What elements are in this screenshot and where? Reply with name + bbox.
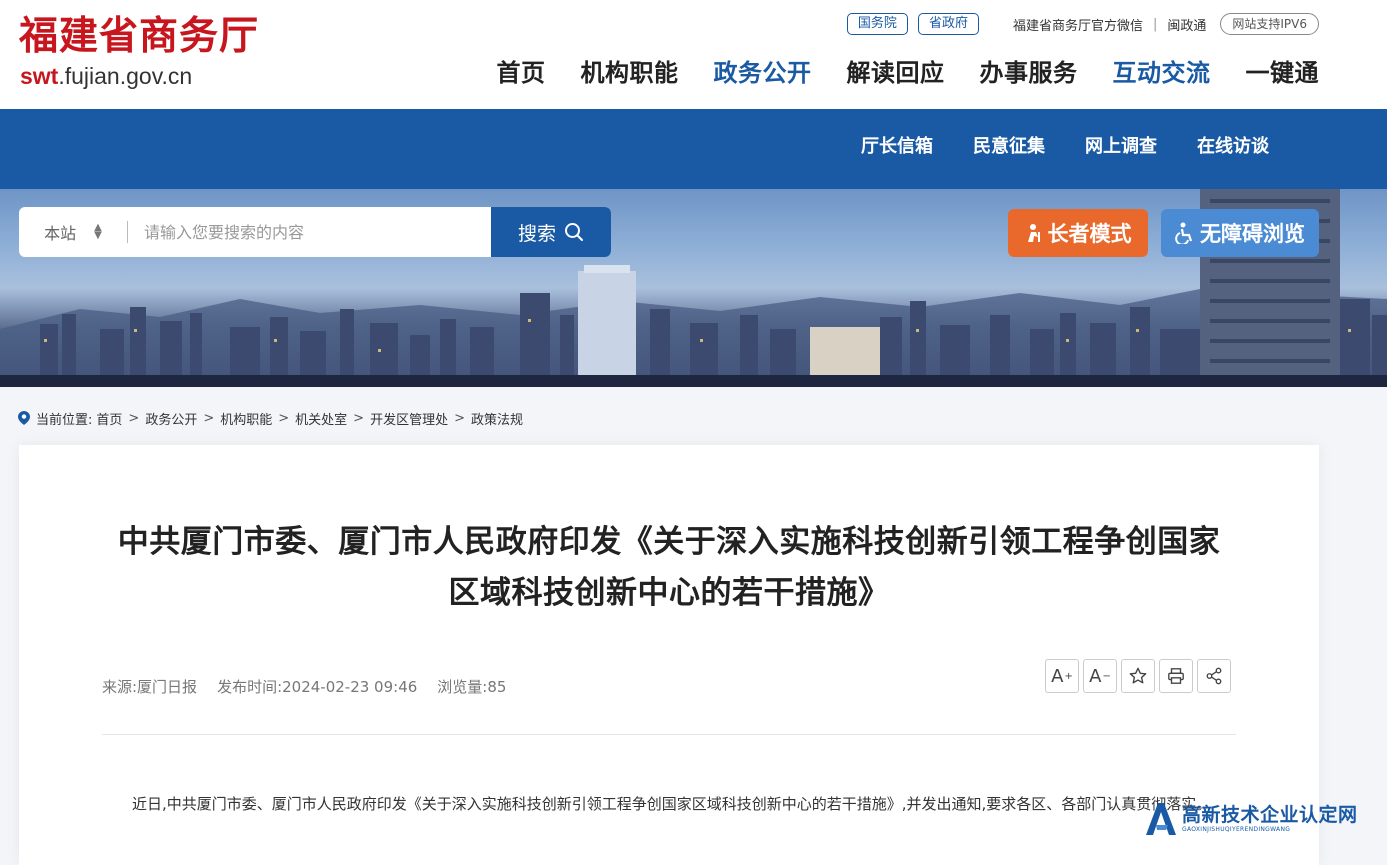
site-url-suffix: .fujian.gov.cn	[58, 63, 193, 89]
share-icon	[1206, 667, 1222, 685]
nav-home[interactable]: 首页	[497, 56, 546, 90]
wheelchair-icon	[1175, 222, 1193, 244]
site-header: 福建省商务厅 swt.fujian.gov.cn 国务院 省政府 福建省商务厅官…	[0, 0, 1387, 109]
breadcrumb-separator: >	[353, 410, 365, 426]
sub-nav: 厅长信箱 民意征集 网上调查 在线访谈	[821, 134, 1269, 160]
breadcrumb-gov-affairs[interactable]: 政务公开	[145, 409, 197, 428]
article-title: 中共厦门市委、厦门市人民政府印发《关于深入实施科技创新引领工程争创国家 区域科技…	[101, 517, 1237, 619]
elder-person-icon	[1027, 224, 1040, 242]
subnav-online-interview[interactable]: 在线访谈	[1197, 134, 1269, 160]
accessibility-button[interactable]: 无障碍浏览	[1161, 209, 1319, 257]
article-divider	[102, 734, 1236, 735]
subnav-online-survey[interactable]: 网上调查	[1085, 134, 1157, 160]
site-url: swt.fujian.gov.cn	[20, 62, 192, 90]
sub-nav-band: 厅长信箱 民意征集 网上调查 在线访谈	[0, 109, 1387, 189]
top-link-separator: |	[1152, 16, 1158, 32]
article-source: 来源:厦门日报	[102, 678, 198, 696]
state-council-link[interactable]: 国务院	[846, 13, 908, 35]
subnav-director-mailbox[interactable]: 厅长信箱	[861, 134, 933, 160]
subnav-opinion-collection[interactable]: 民意征集	[973, 134, 1045, 160]
search-scope-label: 本站	[44, 224, 77, 243]
watermark: 高新技术企业认定网 GAOXINJISHUQIYERENDINGWANG	[1144, 798, 1387, 840]
font-larger-button[interactable]: A +	[1045, 659, 1079, 693]
site-logo-title[interactable]: 福建省商务厅	[19, 12, 259, 60]
search-icon	[565, 223, 583, 241]
breadcrumb-label: 当前位置:	[36, 412, 93, 428]
breadcrumb-separator: >	[454, 410, 465, 426]
article-meta: 来源:厦门日报 发布时间:2024-02-23 09:46 浏览量:85	[102, 676, 526, 697]
article-title-line-2: 区域科技创新中心的若干措施》	[448, 575, 890, 611]
breadcrumb: 当前位置: 首页 > 政务公开 > 机构职能 > 机关处室 > 开发区管理处 >…	[18, 408, 523, 428]
breadcrumb-home[interactable]: 首页	[96, 409, 122, 428]
top-links: 国务院 省政府 福建省商务厅官方微信 | 闽政通 网站支持IPV6	[837, 12, 1319, 36]
article-tools: A + A −	[1045, 659, 1235, 693]
minzhengtong-link[interactable]: 闽政通	[1167, 15, 1206, 34]
watermark-logo	[1146, 803, 1176, 835]
article-title-line-1: 中共厦门市委、厦门市人民政府印发《关于深入实施科技创新引领工程争创国家	[117, 524, 1221, 560]
article-views: 浏览量:85	[437, 678, 507, 696]
ipv6-badge: 网站支持IPV6	[1220, 13, 1319, 35]
search-button[interactable]: 搜索	[491, 207, 611, 257]
search-input[interactable]	[128, 207, 491, 257]
site-url-prefix: swt	[20, 63, 59, 89]
watermark-title: 高新技术企业认定网	[1182, 804, 1358, 826]
star-icon	[1129, 667, 1147, 684]
breadcrumb-separator: >	[128, 410, 140, 426]
share-button[interactable]	[1197, 659, 1231, 693]
breadcrumb-separator: >	[278, 410, 290, 426]
font-smaller-button[interactable]: A −	[1083, 659, 1117, 693]
breadcrumb-dev-zone[interactable]: 开发区管理处	[370, 409, 448, 428]
print-button[interactable]	[1159, 659, 1193, 693]
breadcrumb-departments[interactable]: 机关处室	[295, 409, 347, 428]
breadcrumb-separator: >	[203, 410, 215, 426]
location-pin-icon	[18, 411, 30, 425]
province-gov-link[interactable]: 省政府	[917, 13, 979, 35]
font-larger-label: A	[1051, 665, 1064, 687]
wechat-link[interactable]: 福建省商务厅官方微信	[1013, 15, 1143, 34]
nav-services[interactable]: 办事服务	[980, 56, 1078, 90]
breadcrumb-policy[interactable]: 政策法规	[471, 409, 523, 428]
main-nav: 首页 机构职能 政务公开 解读回应 办事服务 互动交流 一键通	[462, 56, 1320, 90]
accessibility-label: 无障碍浏览	[1200, 222, 1305, 246]
elder-mode-label: 长者模式	[1047, 222, 1132, 246]
search-button-label: 搜索	[517, 222, 556, 245]
article-card: 中共厦门市委、厦门市人民政府印发《关于深入实施科技创新引领工程争创国家 区域科技…	[19, 445, 1319, 865]
favorite-button[interactable]	[1121, 659, 1155, 693]
font-smaller-sup: −	[1102, 670, 1111, 682]
article-body-paragraph: 近日,中共厦门市委、厦门市人民政府印发《关于深入实施科技创新引领工程争创国家区域…	[132, 795, 1212, 813]
nav-interpretation[interactable]: 解读回应	[847, 56, 945, 90]
breadcrumb-institution[interactable]: 机构职能	[220, 409, 272, 428]
search-scope-select[interactable]: 本站 ▲ ▼	[19, 207, 127, 257]
nav-interaction[interactable]: 互动交流	[1113, 56, 1211, 90]
nav-one-key[interactable]: 一键通	[1246, 56, 1320, 90]
search-bar: 本站 ▲▼ 搜索	[19, 207, 611, 257]
elder-mode-button[interactable]: 长者模式	[1008, 209, 1148, 257]
font-smaller-label: A	[1089, 665, 1102, 687]
font-larger-sup: +	[1064, 670, 1073, 682]
nav-gov-affairs[interactable]: 政务公开	[714, 56, 812, 90]
watermark-subtitle: GAOXINJISHUQIYERENDINGWANG	[1182, 826, 1291, 833]
nav-institution[interactable]: 机构职能	[581, 56, 679, 90]
article-publish-time: 发布时间:2024-02-23 09:46	[217, 678, 418, 696]
printer-icon	[1168, 668, 1184, 684]
sort-arrows-icon: ▲ ▼	[94, 222, 102, 241]
